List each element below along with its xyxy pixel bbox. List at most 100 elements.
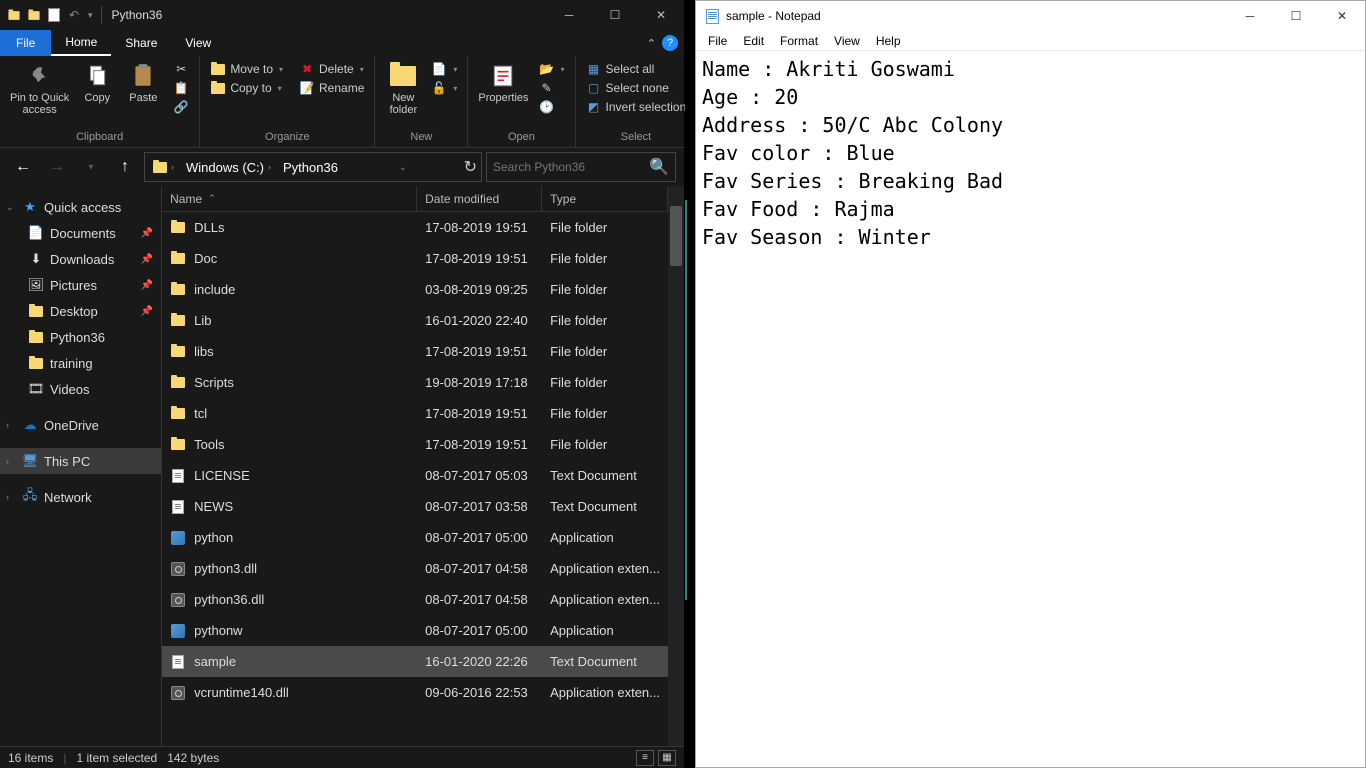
file-type: Application <box>542 530 668 545</box>
new-folder-button[interactable]: New folder <box>381 60 425 118</box>
scrollbar[interactable] <box>668 186 684 746</box>
copy-to-button[interactable]: Copy to▾ <box>206 79 287 97</box>
forward-button[interactable]: → <box>42 153 72 181</box>
maximize-button[interactable]: ☐ <box>1273 1 1319 31</box>
sidebar-item[interactable]: 📄Documents📌 <box>0 220 161 246</box>
sidebar-item[interactable]: 🖼Pictures📌 <box>0 272 161 298</box>
select-all-button[interactable]: ▦Select all <box>582 60 691 78</box>
invert-selection-button[interactable]: ◩Invert selection <box>582 98 691 116</box>
file-row[interactable]: vcruntime140.dll09-06-2016 22:53Applicat… <box>162 677 668 708</box>
history-button[interactable]: 🕑 <box>535 98 569 116</box>
sidebar-quick-access[interactable]: ⌄★Quick access <box>0 194 161 220</box>
file-row[interactable]: include03-08-2019 09:25File folder <box>162 274 668 305</box>
menu-item[interactable]: Edit <box>735 32 772 50</box>
back-button[interactable]: ← <box>8 153 38 181</box>
sidebar-item[interactable]: ⬇Downloads📌 <box>0 246 161 272</box>
file-date: 16-01-2020 22:40 <box>417 313 542 328</box>
file-row[interactable]: pythonw08-07-2017 05:00Application <box>162 615 668 646</box>
pin-to-quick-access-button[interactable]: Pin to Quick access <box>6 60 73 118</box>
cut-button[interactable]: ✂ <box>169 60 193 78</box>
explorer-titlebar[interactable]: ↶ ▾ Python36 ─ ☐ ✕ <box>0 0 684 30</box>
sidebar-item[interactable]: Python36 <box>0 324 161 350</box>
delete-button[interactable]: ✖Delete▾ <box>295 60 368 78</box>
copy-button[interactable]: Copy <box>75 60 119 106</box>
minimize-button[interactable]: ─ <box>546 0 592 30</box>
file-row[interactable]: python3.dll08-07-2017 04:58Application e… <box>162 553 668 584</box>
paste-shortcut-button[interactable]: 🔗 <box>169 98 193 116</box>
thumbnails-view-button[interactable]: ▦ <box>658 750 676 766</box>
column-date[interactable]: Date modified <box>417 186 542 211</box>
details-view-button[interactable]: ≡ <box>636 750 654 766</box>
menu-item[interactable]: Format <box>772 32 826 50</box>
undo-icon[interactable]: ↶ <box>66 7 82 23</box>
close-button[interactable]: ✕ <box>638 0 684 30</box>
tab-share[interactable]: Share <box>111 30 171 56</box>
file-date: 03-08-2019 09:25 <box>417 282 542 297</box>
close-button[interactable]: ✕ <box>1319 1 1365 31</box>
search-icon[interactable]: 🔍 <box>649 157 669 177</box>
properties-button[interactable]: Properties <box>474 60 532 106</box>
tab-view[interactable]: View <box>171 30 225 56</box>
column-type[interactable]: Type <box>542 186 668 211</box>
sidebar-item[interactable]: Desktop📌 <box>0 298 161 324</box>
up-button[interactable]: ↑ <box>110 153 140 181</box>
file-row[interactable]: Scripts19-08-2019 17:18File folder <box>162 367 668 398</box>
file-row[interactable]: Lib16-01-2020 22:40File folder <box>162 305 668 336</box>
address-bar[interactable]: › Windows (C:)› Python36 ⌄ ↻ <box>144 152 482 182</box>
breadcrumb-crumb[interactable]: Python36 <box>279 160 342 175</box>
menu-item[interactable]: View <box>826 32 868 50</box>
file-type: File folder <box>542 282 668 297</box>
recent-locations-button[interactable]: ▾ <box>76 153 106 181</box>
path-icon: 📋 <box>173 80 189 96</box>
collapse-ribbon-icon[interactable]: ⌃ <box>647 37 656 50</box>
explorer-main: ⌄★Quick access 📄Documents📌⬇Downloads📌🖼Pi… <box>0 186 684 746</box>
menu-item[interactable]: Help <box>868 32 909 50</box>
sidebar-item[interactable]: training <box>0 350 161 376</box>
column-name[interactable]: Name⌃ <box>162 186 417 211</box>
chevron-down-icon[interactable]: ▾ <box>88 10 93 21</box>
file-date: 17-08-2019 19:51 <box>417 251 542 266</box>
chevron-down-icon[interactable]: ⌄ <box>399 162 407 173</box>
file-row[interactable]: python08-07-2017 05:00Application <box>162 522 668 553</box>
edit-button[interactable]: ✎ <box>535 79 569 97</box>
file-row[interactable]: libs17-08-2019 19:51File folder <box>162 336 668 367</box>
new-item-button[interactable]: 📄▾ <box>427 60 461 78</box>
file-row[interactable]: sample16-01-2020 22:26Text Document <box>162 646 668 677</box>
help-icon[interactable]: ? <box>662 35 678 51</box>
scrollbar-thumb[interactable] <box>670 206 682 266</box>
paste-button[interactable]: Paste <box>121 60 165 106</box>
breadcrumb-crumb[interactable]: Windows (C:)› <box>182 160 275 175</box>
open-button[interactable]: 📂▾ <box>535 60 569 78</box>
file-icon <box>170 375 186 391</box>
file-row[interactable]: tcl17-08-2019 19:51File folder <box>162 398 668 429</box>
menu-item[interactable]: File <box>700 32 735 50</box>
easy-access-button[interactable]: 🔓▾ <box>427 79 461 97</box>
tab-file[interactable]: File <box>0 30 51 56</box>
sidebar-onedrive[interactable]: ›☁OneDrive <box>0 412 161 438</box>
sidebar-network[interactable]: ›🖧Network <box>0 484 161 510</box>
move-to-button[interactable]: Move to▾ <box>206 60 287 78</box>
file-row[interactable]: NEWS08-07-2017 03:58Text Document <box>162 491 668 522</box>
file-row[interactable]: DLLs17-08-2019 19:51File folder <box>162 212 668 243</box>
file-row[interactable]: LICENSE08-07-2017 05:03Text Document <box>162 460 668 491</box>
file-row[interactable]: python36.dll08-07-2017 04:58Application … <box>162 584 668 615</box>
refresh-button[interactable]: ↻ <box>464 157 477 177</box>
doc-icon[interactable] <box>46 7 62 23</box>
sidebar-item[interactable]: 🎞Videos <box>0 376 161 402</box>
notepad-content[interactable]: Name : Akriti Goswami Age : 20 Address :… <box>696 51 1365 767</box>
select-none-button[interactable]: ▢Select none <box>582 79 691 97</box>
minimize-button[interactable]: ─ <box>1227 1 1273 31</box>
search-input[interactable] <box>493 160 649 174</box>
cloud-icon: ☁ <box>22 417 38 433</box>
rename-button[interactable]: 📝Rename <box>295 79 368 97</box>
tab-home[interactable]: Home <box>51 30 111 56</box>
file-row[interactable]: Doc17-08-2019 19:51File folder <box>162 243 668 274</box>
file-row[interactable]: Tools17-08-2019 19:51File folder <box>162 429 668 460</box>
folder-icon[interactable] <box>26 7 42 23</box>
sidebar-this-pc[interactable]: ›🖥This PC <box>0 448 161 474</box>
search-box[interactable]: 🔍 <box>486 152 676 182</box>
folder-icon[interactable]: › <box>149 162 178 173</box>
maximize-button[interactable]: ☐ <box>592 0 638 30</box>
notepad-titlebar[interactable]: sample - Notepad ─ ☐ ✕ <box>696 1 1365 31</box>
copy-path-button[interactable]: 📋 <box>169 79 193 97</box>
